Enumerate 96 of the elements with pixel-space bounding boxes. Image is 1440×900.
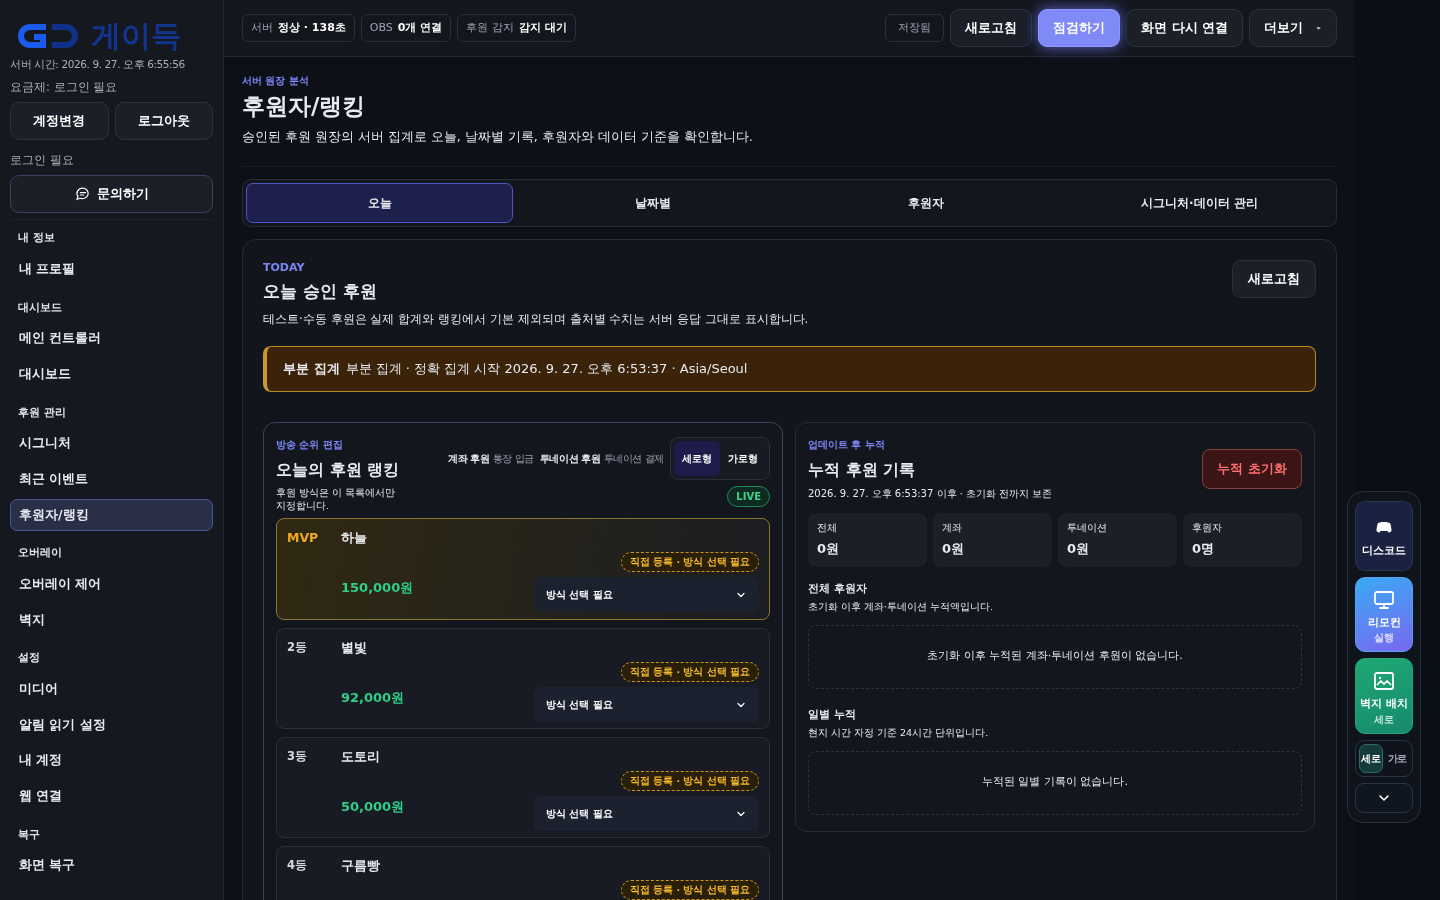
legend-text: 투네이션 후원 투네이션 결제 [539,451,664,466]
stat-value: 0명 [1192,540,1216,558]
status-tag: 직접 등록 · 방식 선택 필요 [620,880,759,900]
saved-status: 저장됨 [885,13,945,43]
page-title: 후원자/랭킹 [242,92,367,121]
card-title: 오늘의 후원 랭킹 [276,458,401,481]
donor-name: 구름빵 [341,857,380,876]
empty-message: 누적된 일별 기록이 없습니다. [982,774,1128,791]
card-eyebrow: 업데이트 후 누적 [808,437,886,452]
nav-item[interactable]: 내 프로필 [10,252,213,286]
method-select[interactable]: 방식 선택 필요 [534,796,759,832]
tab[interactable]: 후원자 [792,183,1060,224]
card-title: 누적 후원 기록 [808,458,917,481]
stat-value: 0원 [1067,540,1091,558]
nav-item[interactable]: 미디어 [10,672,213,706]
collapse-button[interactable] [1355,783,1413,813]
nav-item[interactable]: 벽지 [10,603,213,637]
nav-item[interactable]: 시그니처 [10,427,213,460]
refresh-button[interactable]: 새로고침 [1232,260,1316,299]
toolbar-button[interactable]: 새로고침 [950,9,1033,47]
dock-button[interactable]: 디스코드 [1355,501,1413,571]
nav-section-title: 오버레이 [17,545,63,562]
orientation-toggle[interactable]: 세로 [1359,744,1383,773]
status-chip: 서버 정상 · 138초 [242,13,355,43]
status-chip: 후원 감지 감지 대기 [457,13,576,43]
tab[interactable]: 시그니처·데이터 관리 [1065,183,1333,224]
orientation-toggle[interactable]: 가로 [1385,744,1409,773]
empty-message: 초기화 이후 누적된 계좌·투네이션 후원이 없습니다. [927,648,1183,665]
stat-value: 0원 [817,540,841,558]
plan-text: 요금제: 로그인 필요 [10,78,119,96]
reset-button[interactable]: 누적 초기화 [1202,449,1302,489]
status-tag: 직접 등록 · 방식 선택 필요 [620,771,759,792]
stat-label: 전체 [817,520,838,535]
subsection-title: 전체 후원자 [808,580,868,596]
donor-name: 하늘 [341,529,367,548]
donation-amount: 92,000원 [341,689,405,708]
card-eyebrow: 방송 순위 편집 [276,437,344,452]
status-tag: 직접 등록 · 방식 선택 필요 [620,552,759,573]
nav-item[interactable]: 대시보드 [10,357,213,391]
more-dropdown[interactable]: 더보기 [1249,9,1337,47]
subsection-title: 일별 누적 [808,706,857,722]
nav-item[interactable]: 화면 복구 [10,849,213,882]
stat-label: 투네이션 [1067,520,1108,535]
nav-item[interactable]: 후원자/랭킹 [10,498,213,532]
nav-item[interactable]: 내 계정 [10,744,213,777]
status-tag: 직접 등록 · 방식 선택 필요 [620,662,759,683]
rank-label: MVP [287,529,320,548]
layout-toggle[interactable]: 세로형 [674,440,720,476]
nav-section-title: 복구 [17,826,41,843]
stat-label: 후원자 [1192,520,1223,535]
account-button[interactable]: 계정변경 [10,102,109,140]
method-select[interactable]: 방식 선택 필요 [534,687,759,723]
section-description: 테스트·수동 후원은 실제 합계와 랭킹에서 기본 제외되며 출처별 수치는 서버 응답 그대로 표시합니다. [263,311,810,329]
stat-label: 계좌 [942,520,963,535]
nav-section-title: 대시보드 [17,299,63,316]
toolbar-button[interactable]: 화면 다시 연결 [1126,9,1243,47]
nav-item[interactable]: 메인 컨트롤러 [10,322,213,355]
card-subtitle: 2026. 9. 27. 오후 6:53:37 이후 · 초기화 전까지 보존 [808,486,1054,501]
dock-button[interactable]: 벽지 배치 세로 [1355,658,1413,734]
nav-section-title: 후원 관리 [17,404,67,421]
login-note: 로그인 필요 [10,152,75,169]
donation-amount: 50,000원 [341,798,405,817]
nav-section-title: 내 정보 [17,230,56,247]
page-description: 승인된 후원 원장의 서버 집계로 오늘, 날짜별 기록, 후원자와 데이터 기준을 확인합니다. [242,127,754,146]
rank-label: 2등 [287,639,308,657]
server-time: 서버 시간: 2026. 9. 27. 오후 6:55:56 [10,57,186,72]
inquiry-button[interactable]: 문의하기 [10,175,213,214]
nav-item[interactable]: 최근 이벤트 [10,462,213,496]
chat-icon [74,186,91,203]
legend-text: 계좌 후원 통장 입금 [448,451,534,466]
stat-value: 0원 [942,540,966,558]
live-badge: LIVE [727,485,770,507]
donation-amount: 150,000원 [341,579,414,598]
rank-label: 3등 [287,748,308,766]
donor-name: 도토리 [341,748,380,767]
status-chip: OBS 0개 연결 [360,13,452,43]
subsection-description: 초기화 이후 계좌·투네이션 누적액입니다. [808,600,995,615]
donor-name: 별빛 [341,639,367,658]
notice-banner: 부분 집계 부분 집계 · 정확 집계 시작 2026. 9. 27. 오후 6:53:37 · Asia/Seoul [263,346,1316,392]
subsection-description: 현지 시간 자정 기준 24시간 단위입니다. [808,726,990,741]
tab[interactable]: 오늘 [246,183,514,224]
card-description: 후원 방식은 이 목록에서만 지정합니다. [276,485,396,513]
tab[interactable]: 날짜별 [519,183,787,224]
page-eyebrow: 서버 원장 분석 [242,74,310,88]
nav-item[interactable]: 오버레이 제어 [10,567,213,601]
nav-item[interactable]: 웹 연결 [10,780,213,813]
account-button[interactable]: 로그아웃 [114,102,213,140]
nav-item[interactable]: 알림 읽기 설정 [10,708,213,742]
rank-label: 4등 [287,857,308,875]
method-select[interactable]: 방식 선택 필요 [534,577,759,613]
layout-toggle[interactable]: 가로형 [720,440,766,476]
nav-section-title: 설정 [17,650,41,667]
section-eyebrow: TODAY [263,260,306,277]
section-title: 오늘 승인 후원 [263,279,378,303]
caret-icon [1315,24,1322,32]
logo-text: 게이득 [91,21,181,51]
